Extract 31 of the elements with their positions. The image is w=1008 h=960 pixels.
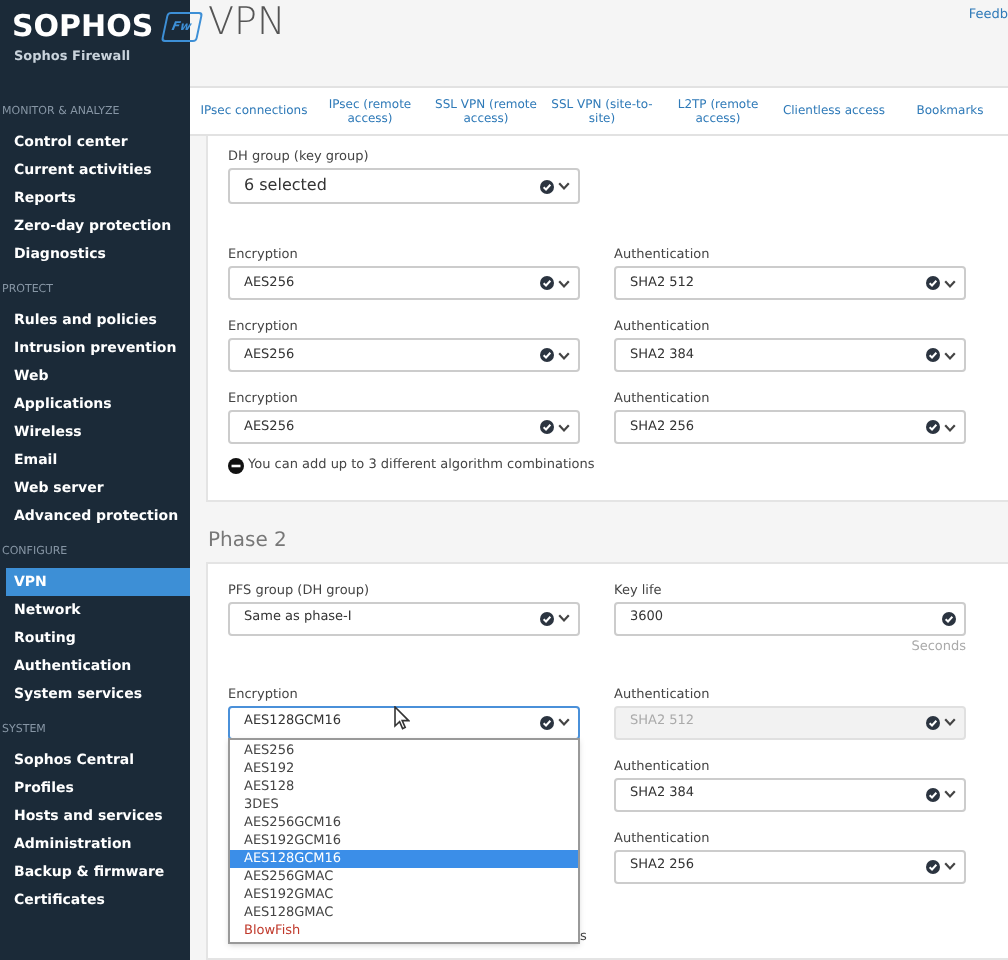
minus-circle-icon[interactable]	[228, 457, 244, 474]
chevron-down-icon	[944, 862, 956, 870]
check-circle-icon	[926, 420, 940, 434]
check-circle-icon	[540, 348, 554, 362]
chevron-down-icon	[944, 790, 956, 798]
chevron-down-icon	[558, 279, 570, 287]
chevron-down-icon	[944, 351, 956, 359]
check-circle-icon	[540, 276, 554, 290]
chevron-down-icon	[944, 279, 956, 287]
check-circle-icon	[942, 611, 956, 626]
chevron-down-icon	[558, 182, 570, 190]
chevron-down-icon	[558, 351, 570, 359]
logo-text: SOPHOS	[12, 6, 154, 46]
check-circle-icon	[926, 859, 940, 873]
page-title: VPN	[208, 0, 286, 44]
check-circle-icon	[540, 715, 554, 729]
check-circle-icon	[926, 276, 940, 290]
check-circle-icon	[540, 179, 554, 193]
check-circle-icon	[540, 420, 554, 434]
chevron-down-icon	[944, 423, 956, 431]
chevron-down-icon	[944, 718, 956, 726]
chevron-down-icon	[558, 423, 570, 431]
mouse-cursor-icon	[394, 705, 410, 729]
check-circle-icon	[926, 787, 940, 801]
section-title: Phase 2	[206, 527, 289, 556]
chevron-down-icon	[558, 718, 570, 726]
chevron-down-icon	[558, 614, 570, 623]
check-circle-icon	[926, 348, 940, 362]
check-circle-icon	[926, 715, 940, 729]
check-circle-icon	[540, 611, 554, 626]
select-field[interactable]: 6 selected	[228, 168, 580, 204]
